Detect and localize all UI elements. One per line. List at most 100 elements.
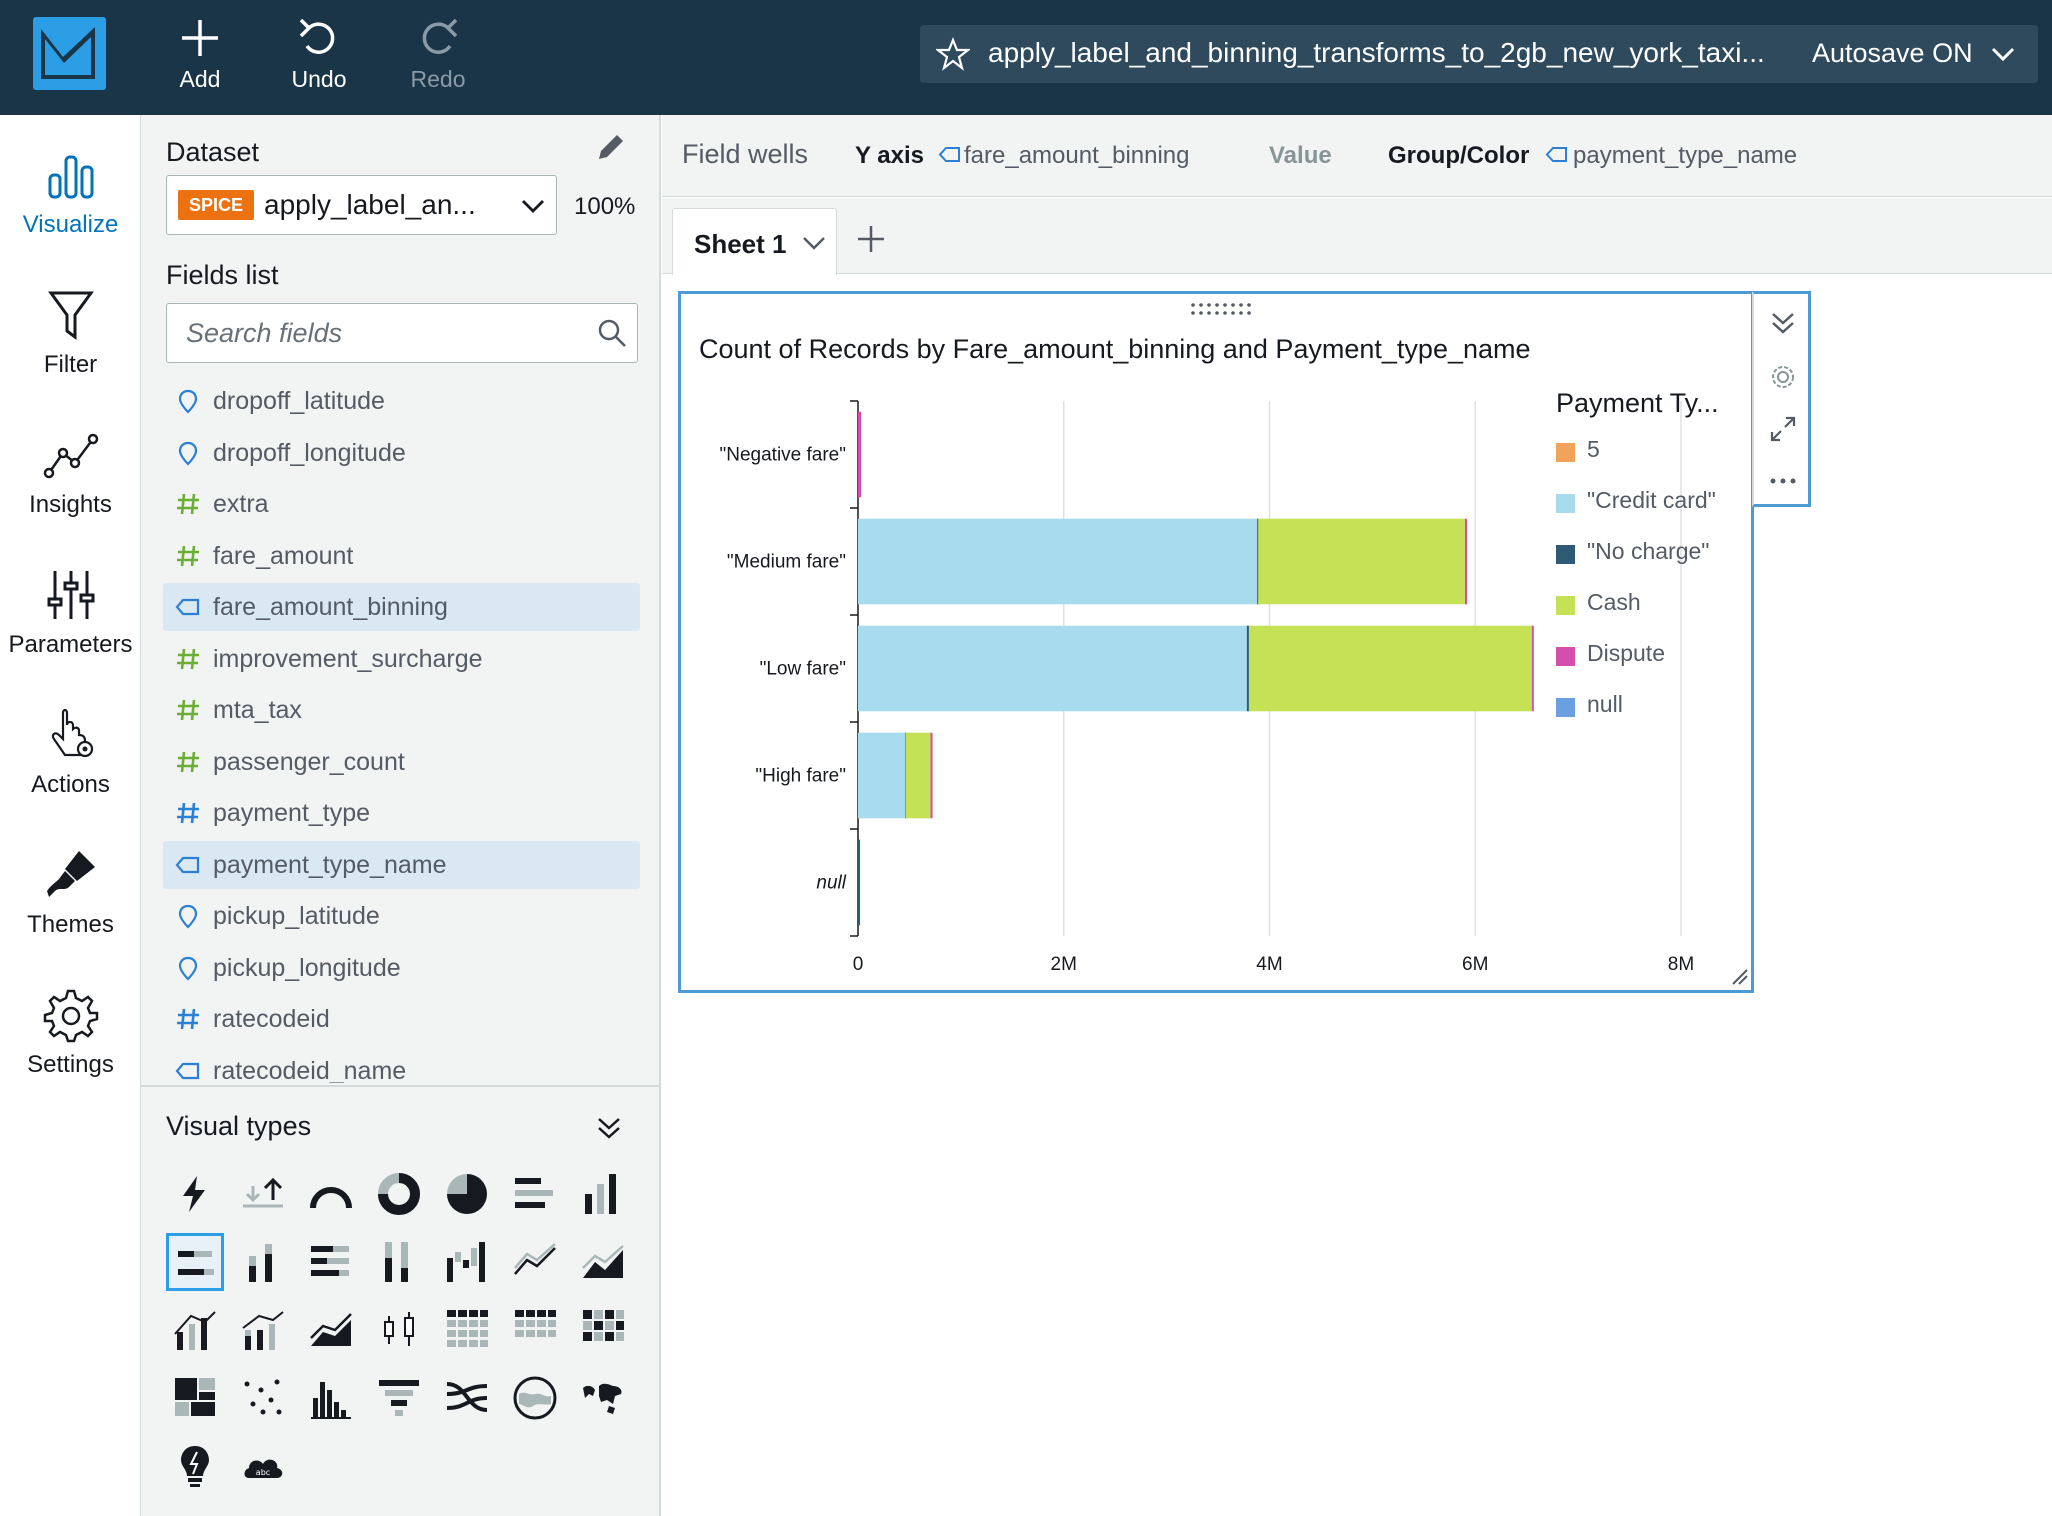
kpi-icon[interactable] [234, 1165, 292, 1223]
search-fields-input[interactable] [186, 314, 566, 352]
settings-gear-icon[interactable] [1768, 362, 1798, 397]
field-item[interactable]: mta_tax [163, 686, 640, 734]
y-axis-well-label[interactable]: Y axis [855, 142, 924, 170]
field-item[interactable]: ratecodeid [163, 995, 640, 1043]
undo-icon [269, 14, 369, 66]
percent-column-icon[interactable] [370, 1233, 428, 1291]
donut-icon[interactable] [370, 1165, 428, 1223]
combo-bar-line-icon[interactable] [166, 1301, 224, 1359]
nav-visualize[interactable]: Visualize [0, 145, 141, 239]
gear-icon [0, 985, 141, 1045]
autosave-toggle[interactable]: Autosave ON [1812, 38, 1973, 69]
percent-bar-icon[interactable] [302, 1233, 360, 1291]
bar-segment [1531, 625, 1534, 712]
funnel-chart-icon[interactable] [370, 1369, 428, 1427]
autograph-icon[interactable] [166, 1165, 224, 1223]
group-color-well-field[interactable]: payment_type_name [1573, 142, 1797, 170]
undo-button[interactable]: Undo [269, 14, 369, 93]
gauge-icon[interactable] [302, 1165, 360, 1223]
area-chart-icon[interactable] [574, 1233, 632, 1291]
field-item[interactable]: fare_amount [163, 532, 640, 580]
add-button[interactable]: Add [150, 14, 250, 93]
redo-button[interactable]: Redo [388, 14, 488, 93]
field-item[interactable]: payment_type_name [163, 840, 640, 889]
geo-map-icon[interactable] [574, 1369, 632, 1427]
field-name: passenger_count [213, 747, 405, 776]
bar-segment [858, 625, 1247, 712]
legend-label: "Credit card" [1587, 487, 1716, 513]
field-item[interactable]: payment_type [163, 789, 640, 837]
bar-segment [858, 411, 862, 498]
field-item[interactable]: passenger_count [163, 738, 640, 786]
field-item[interactable]: pickup_longitude [163, 944, 640, 992]
filled-map-icon[interactable] [506, 1369, 564, 1427]
field-item[interactable]: improvement_surcharge [163, 635, 640, 683]
expand-icon[interactable] [1768, 414, 1798, 449]
y-axis-well-field[interactable]: fare_amount_binning [964, 142, 1190, 170]
nav-filter[interactable]: Filter [0, 285, 141, 379]
sheet-tab[interactable]: Sheet 1 [672, 208, 837, 275]
field-name: pickup_longitude [213, 953, 401, 982]
nav-actions-label: Actions [31, 771, 110, 798]
pointer-gear-icon [0, 705, 141, 765]
bar-chart-visual[interactable]: Count of Records by Fare_amount_binning … [678, 291, 1754, 993]
pie-icon[interactable] [438, 1165, 496, 1223]
dataset-select[interactable]: SPICE apply_label_an... [166, 175, 557, 235]
collapse-chevron-icon[interactable] [1768, 308, 1798, 343]
value-well-label[interactable]: Value [1269, 142, 1332, 170]
box-plot-icon[interactable] [370, 1301, 428, 1359]
word-cloud-icon[interactable]: abc [234, 1437, 292, 1495]
add-sheet-plus-icon[interactable] [856, 224, 886, 259]
horizontal-bar-icon[interactable] [506, 1165, 564, 1223]
fields-list[interactable]: dropoff_latitude dropoff_longitude extra fa… [163, 377, 641, 1083]
table-icon[interactable] [506, 1301, 564, 1359]
field-wells-bar[interactable]: Field wells Y axis fare_amount_binning V… [662, 115, 2052, 197]
star-icon[interactable] [934, 37, 972, 76]
legend-title[interactable]: Payment Ty... [1556, 388, 1719, 419]
stacked-area-icon[interactable] [302, 1301, 360, 1359]
insight-bulb-icon[interactable] [166, 1437, 224, 1495]
more-options-icon[interactable] [1768, 466, 1798, 501]
x-tick-label: 4M [1256, 954, 1282, 975]
bar-segment [1258, 518, 1465, 605]
waterfall-icon[interactable] [438, 1233, 496, 1291]
field-wells-heading[interactable]: Field wells [682, 139, 808, 170]
chevron-down-icon[interactable] [801, 232, 827, 259]
pivot-table-icon[interactable] [438, 1301, 496, 1359]
chevron-down-icon [519, 194, 547, 223]
analysis-title[interactable]: apply_label_and_binning_transforms_to_2g… [988, 37, 1788, 69]
heat-map-icon[interactable] [574, 1301, 632, 1359]
pencil-icon[interactable] [595, 131, 627, 168]
nav-themes[interactable]: Themes [0, 845, 141, 939]
resize-handle-icon[interactable] [1729, 966, 1749, 991]
histogram-icon[interactable] [302, 1369, 360, 1427]
field-item[interactable]: fare_amount_binning [163, 583, 640, 631]
tree-map-icon[interactable] [166, 1369, 224, 1427]
group-color-well-label[interactable]: Group/Color [1388, 142, 1529, 170]
nav-insights[interactable]: Insights [0, 425, 141, 519]
undo-label: Undo [291, 66, 347, 92]
spice-usage-percent: 100% [574, 193, 636, 220]
field-item[interactable]: pickup_latitude [163, 892, 640, 940]
combo-stacked-icon[interactable] [234, 1301, 292, 1359]
sheet-name: Sheet 1 [694, 229, 787, 259]
nav-settings[interactable]: Settings [0, 985, 141, 1079]
line-chart-icon[interactable] [506, 1233, 564, 1291]
double-chevron-down-icon[interactable] [594, 1113, 624, 1148]
chevron-down-icon[interactable] [1988, 39, 2018, 74]
quicksight-logo-icon[interactable] [33, 17, 106, 90]
stacked-column-icon[interactable] [234, 1233, 292, 1291]
scatter-plot-icon[interactable] [234, 1369, 292, 1427]
stacked-bar-icon[interactable] [166, 1233, 224, 1291]
field-item[interactable]: ratecodeid_name [163, 1047, 640, 1083]
nav-parameters[interactable]: Parameters [0, 565, 141, 659]
field-item[interactable]: dropoff_latitude [163, 377, 640, 425]
vertical-bar-icon[interactable] [574, 1165, 632, 1223]
sankey-icon[interactable] [438, 1369, 496, 1427]
search-fields-box[interactable] [166, 303, 638, 363]
analysis-title-box[interactable]: apply_label_and_binning_transforms_to_2g… [920, 25, 2038, 83]
search-icon[interactable] [597, 318, 627, 353]
field-item[interactable]: extra [163, 480, 640, 528]
nav-actions[interactable]: Actions [0, 705, 141, 799]
field-item[interactable]: dropoff_longitude [163, 429, 640, 477]
